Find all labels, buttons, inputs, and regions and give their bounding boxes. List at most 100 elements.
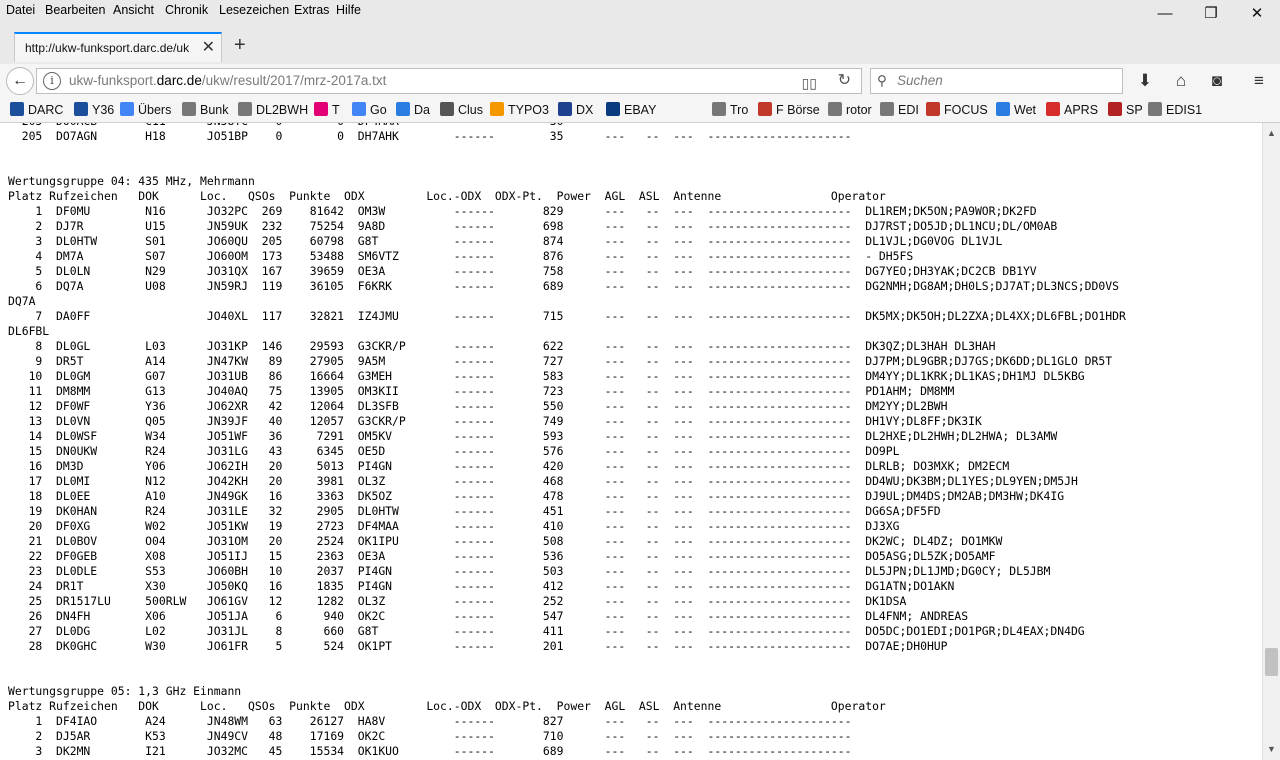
text-line: 14 DL0WSF W34 JO51WF 36 7291 OM5KV -----… — [28, 429, 1058, 443]
s-icon — [1108, 102, 1122, 116]
google-icon — [352, 102, 366, 116]
scroll-down-icon[interactable]: ▼ — [1263, 741, 1280, 758]
hamburger-menu-icon[interactable]: ≡ — [1246, 69, 1272, 93]
text-line: 21 DL0BOV O04 JO31OM 20 2524 OK1IPU ----… — [28, 534, 1003, 548]
bookmark-rotor[interactable]: rotor — [828, 102, 872, 119]
text-line: 10 DL0GM G07 JO31UB 86 16664 G3MEH -----… — [28, 369, 1085, 383]
text-line: 17 DL0MI N12 JO42KH 20 3981 OL3Z ------ … — [28, 474, 1078, 488]
menu-chronik[interactable]: Chronik — [165, 3, 208, 17]
text-document-viewport: 205 DO0ACB C11 JN58TC 0 0 DF4MAA ------ … — [0, 123, 1262, 760]
search-placeholder: Suchen — [897, 73, 943, 88]
text-line: 5 DL0LN N29 JO31QX 167 39659 OE3A ------… — [35, 264, 1037, 278]
reader-view-icon[interactable]: ▯▯ — [802, 71, 817, 95]
tab-title: http://ukw-funksport.darc.de/uk — [25, 41, 190, 55]
bookmark-dx[interactable]: DX — [558, 102, 593, 119]
darc-icon — [74, 102, 88, 116]
bookmark-focus[interactable]: FOCUS — [926, 102, 988, 119]
navigation-bar: ← i ukw-funksport.darc.de/ukw/result/201… — [0, 64, 1280, 98]
bookmark-label: DL2BWH — [256, 103, 309, 117]
google-icon — [120, 102, 134, 116]
cluster-icon — [440, 102, 454, 116]
bookmark-label: SP — [1126, 103, 1143, 117]
bookmark-label: Da — [414, 103, 430, 117]
bookmark-ebay[interactable]: EBAY — [606, 102, 656, 119]
bookmark-typo3[interactable]: TYPO3 — [490, 102, 549, 119]
bookmark-aprs[interactable]: APRS — [1046, 102, 1098, 119]
info-icon[interactable]: i — [43, 72, 61, 90]
text-line: 13 DL0VN Q05 JN39JF 40 12057 G3CKR/P ---… — [28, 414, 982, 428]
bookmark-bunk[interactable]: Bunk — [182, 102, 229, 119]
text-line: 7 DA0FF JO40XL 117 32821 IZ4JMU ------ 7… — [35, 309, 1126, 323]
globe-icon — [712, 102, 726, 116]
text-line: 19 DK0HAN R24 JO31LE 32 2905 DL0HTW ----… — [28, 504, 941, 518]
minimize-button[interactable]: — — [1142, 0, 1188, 28]
text-line: 2 DJ5AR K53 JN49CV 48 17169 OK2C ------ … — [35, 729, 852, 743]
bookmark-dl2bwh[interactable]: DL2BWH — [238, 102, 308, 119]
menubar: Datei Bearbeiten Ansicht Chronik Lesezei… — [0, 0, 1280, 22]
browser-chrome: Datei Bearbeiten Ansicht Chronik Lesezei… — [0, 0, 1280, 123]
bookmark-da[interactable]: Da — [396, 102, 430, 119]
bookmark-label: Bunk — [200, 103, 229, 117]
fboerse-icon — [758, 102, 772, 116]
dwn-icon — [558, 102, 572, 116]
text-line: 24 DR1T X30 JO50KQ 16 1835 PI4GN ------ … — [28, 579, 955, 593]
reload-icon[interactable]: ↻ — [838, 69, 851, 93]
text-line: 1 DF4IAO A24 JN48WM 63 26127 HA8V ------… — [35, 714, 852, 728]
menu-lesezeichen[interactable]: Lesezeichen — [219, 3, 289, 17]
url-domain: darc.de — [156, 73, 202, 88]
globe-icon — [238, 102, 252, 116]
url-prefix: ukw-funksport. — [69, 73, 157, 88]
focus-icon — [926, 102, 940, 116]
text-line: 27 DL0DG L02 JO31JL 8 660 G8T ------ 411… — [28, 624, 1085, 638]
menu-ansicht[interactable]: Ansicht — [113, 3, 154, 17]
window-close-button[interactable]: ✕ — [1234, 0, 1280, 28]
bookmark--bers[interactable]: Übers — [120, 102, 171, 119]
bookmark-sp[interactable]: SP — [1108, 102, 1143, 119]
downloads-icon[interactable]: ⬇ — [1132, 69, 1158, 93]
home-icon[interactable]: ⌂ — [1168, 69, 1194, 93]
scroll-up-icon[interactable]: ▲ — [1263, 125, 1280, 142]
bookmark-label: Go — [370, 103, 387, 117]
globe-icon — [1148, 102, 1162, 116]
bookmark-edis1[interactable]: EDIS1 — [1148, 102, 1202, 119]
bookmark-f-b-rse[interactable]: F Börse — [758, 102, 820, 119]
text-line: 8 DL0GL L03 JO31KP 146 29593 G3CKR/P ---… — [35, 339, 996, 353]
bookmark-clus[interactable]: Clus — [440, 102, 483, 119]
url-bar[interactable]: i ukw-funksport.darc.de/ukw/result/2017/… — [36, 68, 862, 94]
restore-button[interactable]: ❐ — [1188, 0, 1234, 28]
vertical-scrollbar[interactable]: ▲ ▼ — [1262, 123, 1280, 760]
bookmark-go[interactable]: Go — [352, 102, 387, 119]
text-line: 15 DN0UKW R24 JO31LG 43 6345 OE5D ------… — [28, 444, 900, 458]
bookmark-label: TYPO3 — [508, 103, 549, 117]
text-line: 205 DO7AGN H18 JO51BP 0 0 DH7AHK ------ … — [21, 129, 852, 143]
new-tab-button[interactable]: + — [234, 34, 246, 57]
pocket-icon[interactable]: ◙ — [1204, 69, 1230, 93]
bookmark-t[interactable]: T — [314, 102, 340, 119]
scrollbar-thumb[interactable] — [1265, 648, 1278, 676]
tab-close-icon[interactable]: ✕ — [202, 34, 215, 62]
text-line: 3 DK2MN I21 JO32MC 45 15534 OK1KUO -----… — [8, 744, 852, 758]
menu-datei[interactable]: Datei — [6, 3, 35, 17]
text-line: 9 DR5T A14 JN47KW 89 27905 9A5M ------ 7… — [35, 354, 1113, 368]
url-text[interactable]: ukw-funksport.darc.de/ukw/result/2017/mr… — [69, 69, 386, 93]
text-line: 22 DF0GEB X08 JO51IJ 15 2363 OE3A ------… — [28, 549, 996, 563]
bookmark-y36[interactable]: Y36 — [74, 102, 114, 119]
bookmark-label: EBAY — [624, 103, 657, 117]
search-bar[interactable]: ⚲ Suchen — [870, 68, 1123, 94]
search-icon: ⚲ — [877, 73, 887, 88]
bookmark-edi[interactable]: EDI — [880, 102, 919, 119]
back-button[interactable]: ← — [6, 67, 34, 95]
bookmark-tro[interactable]: Tro — [712, 102, 748, 119]
menu-hilfe[interactable]: Hilfe — [336, 3, 361, 17]
bookmark-darc[interactable]: DARC — [10, 102, 63, 119]
text-line: 205 DO0ACB C11 JN58TC 0 0 DF4MAA ------ … — [8, 123, 852, 128]
bookmark-label: Tro — [730, 103, 749, 117]
bookmark-label: EDIS1 — [1166, 103, 1203, 117]
bookmark-label: APRS — [1064, 103, 1099, 117]
globe-icon — [880, 102, 894, 116]
bookmark-wet[interactable]: Wet — [996, 102, 1036, 119]
menu-extras[interactable]: Extras — [294, 3, 329, 17]
menu-bearbeiten[interactable]: Bearbeiten — [45, 3, 105, 17]
tab-active[interactable]: http://ukw-funksport.darc.de/uk ✕ — [14, 32, 222, 62]
text-line: 12 DF0WF Y36 JO62XR 42 12064 DL3SFB ----… — [28, 399, 948, 413]
